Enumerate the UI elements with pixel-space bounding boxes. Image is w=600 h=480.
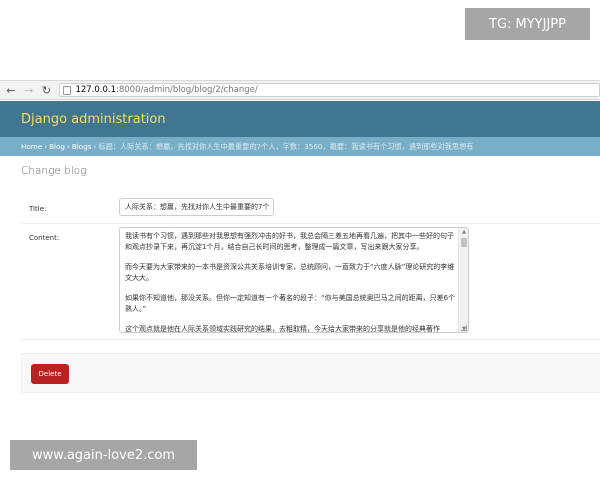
watermark-top: TG: MYYJJPP: [465, 8, 590, 40]
content-label: Content:: [29, 234, 60, 242]
address-bar[interactable]: 127.0.0.1:8000/admin/blog/blog/2/change/: [59, 83, 600, 97]
delete-button[interactable]: Delete: [31, 364, 69, 384]
browser-toolbar: ← → ↻ 127.0.0.1:8000/admin/blog/blog/2/c…: [0, 80, 600, 100]
url-host: 127.0.0.1: [75, 85, 116, 95]
scroll-up-icon[interactable]: ▲: [459, 228, 468, 237]
title-label: Title:: [29, 205, 47, 213]
breadcrumb-home[interactable]: Home: [21, 142, 42, 151]
breadcrumb-blog[interactable]: Blog: [49, 142, 65, 151]
site-brand-link[interactable]: Django administration: [21, 112, 166, 127]
breadcrumb: Home › Blog › Blogs › 标题：人际关系：想赢，先找对你人生中…: [0, 137, 600, 156]
content-text: 我读书有个习惯，遇到那些对我思想有强烈冲击的好书，我总会隔三差五地再看几遍，把其…: [125, 231, 457, 333]
form-row-content: Content: 我读书有个习惯，遇到那些对我思想有强烈冲击的好书，我总会隔三差…: [21, 224, 600, 340]
url-path: :8000/admin/blog/blog/2/change/: [116, 85, 258, 95]
breadcrumb-blogs[interactable]: Blogs: [72, 142, 92, 151]
content-paragraph: 如果你不知道他，那没关系。但你一定知道有一个著名的段子：“你与美国总统奥巴马之间…: [125, 294, 456, 313]
content-paragraph: 而今天要为大家带来的一本书是资深公共关系培训专家，总统顾问，一直致力于“六度人脉…: [125, 263, 455, 282]
submit-row: Delete: [21, 353, 600, 393]
forward-icon[interactable]: →: [22, 83, 36, 97]
watermark-bottom: www.again-love2.com: [10, 440, 197, 470]
content-header: Change blog: [21, 165, 600, 177]
breadcrumb-separator: ›: [93, 142, 97, 151]
content-textarea[interactable]: 我读书有个习惯，遇到那些对我思想有强烈冲击的好书，我总会隔三差五地再看几遍，把其…: [119, 227, 469, 333]
scroll-thumb[interactable]: [461, 238, 467, 247]
breadcrumb-current: 标题：人际关系：想赢，先找对你人生中最重要的7个人，字数：3560，概要：我读书…: [98, 141, 474, 151]
change-form: Title: 人际关系：想赢，先找对你人生中最重要的7个 Content: 我读…: [21, 190, 600, 340]
title-input[interactable]: 人际关系：想赢，先找对你人生中最重要的7个: [119, 198, 274, 216]
breadcrumb-separator: ›: [67, 142, 70, 151]
page-title: Change blog: [21, 165, 87, 177]
resize-grip-icon[interactable]: [461, 325, 467, 331]
content-paragraph: 我读书有个习惯，遇到那些对我思想有强烈冲击的好书，我总会隔三差五地再看几遍，把其…: [125, 232, 454, 251]
page-icon: [63, 85, 72, 95]
breadcrumb-separator: ›: [44, 142, 48, 151]
site-header: Django administration: [0, 101, 600, 137]
textarea-scrollbar[interactable]: ▲ ▼: [458, 228, 468, 332]
back-icon[interactable]: ←: [4, 83, 18, 97]
content-paragraph: 这个观点就是他在人际关系领域实践研究的结果，去粗取精，今天给大家带来的分享就是他…: [125, 325, 440, 333]
reload-icon[interactable]: ↻: [40, 83, 54, 97]
form-row-title: Title: 人际关系：想赢，先找对你人生中最重要的7个: [21, 190, 600, 224]
